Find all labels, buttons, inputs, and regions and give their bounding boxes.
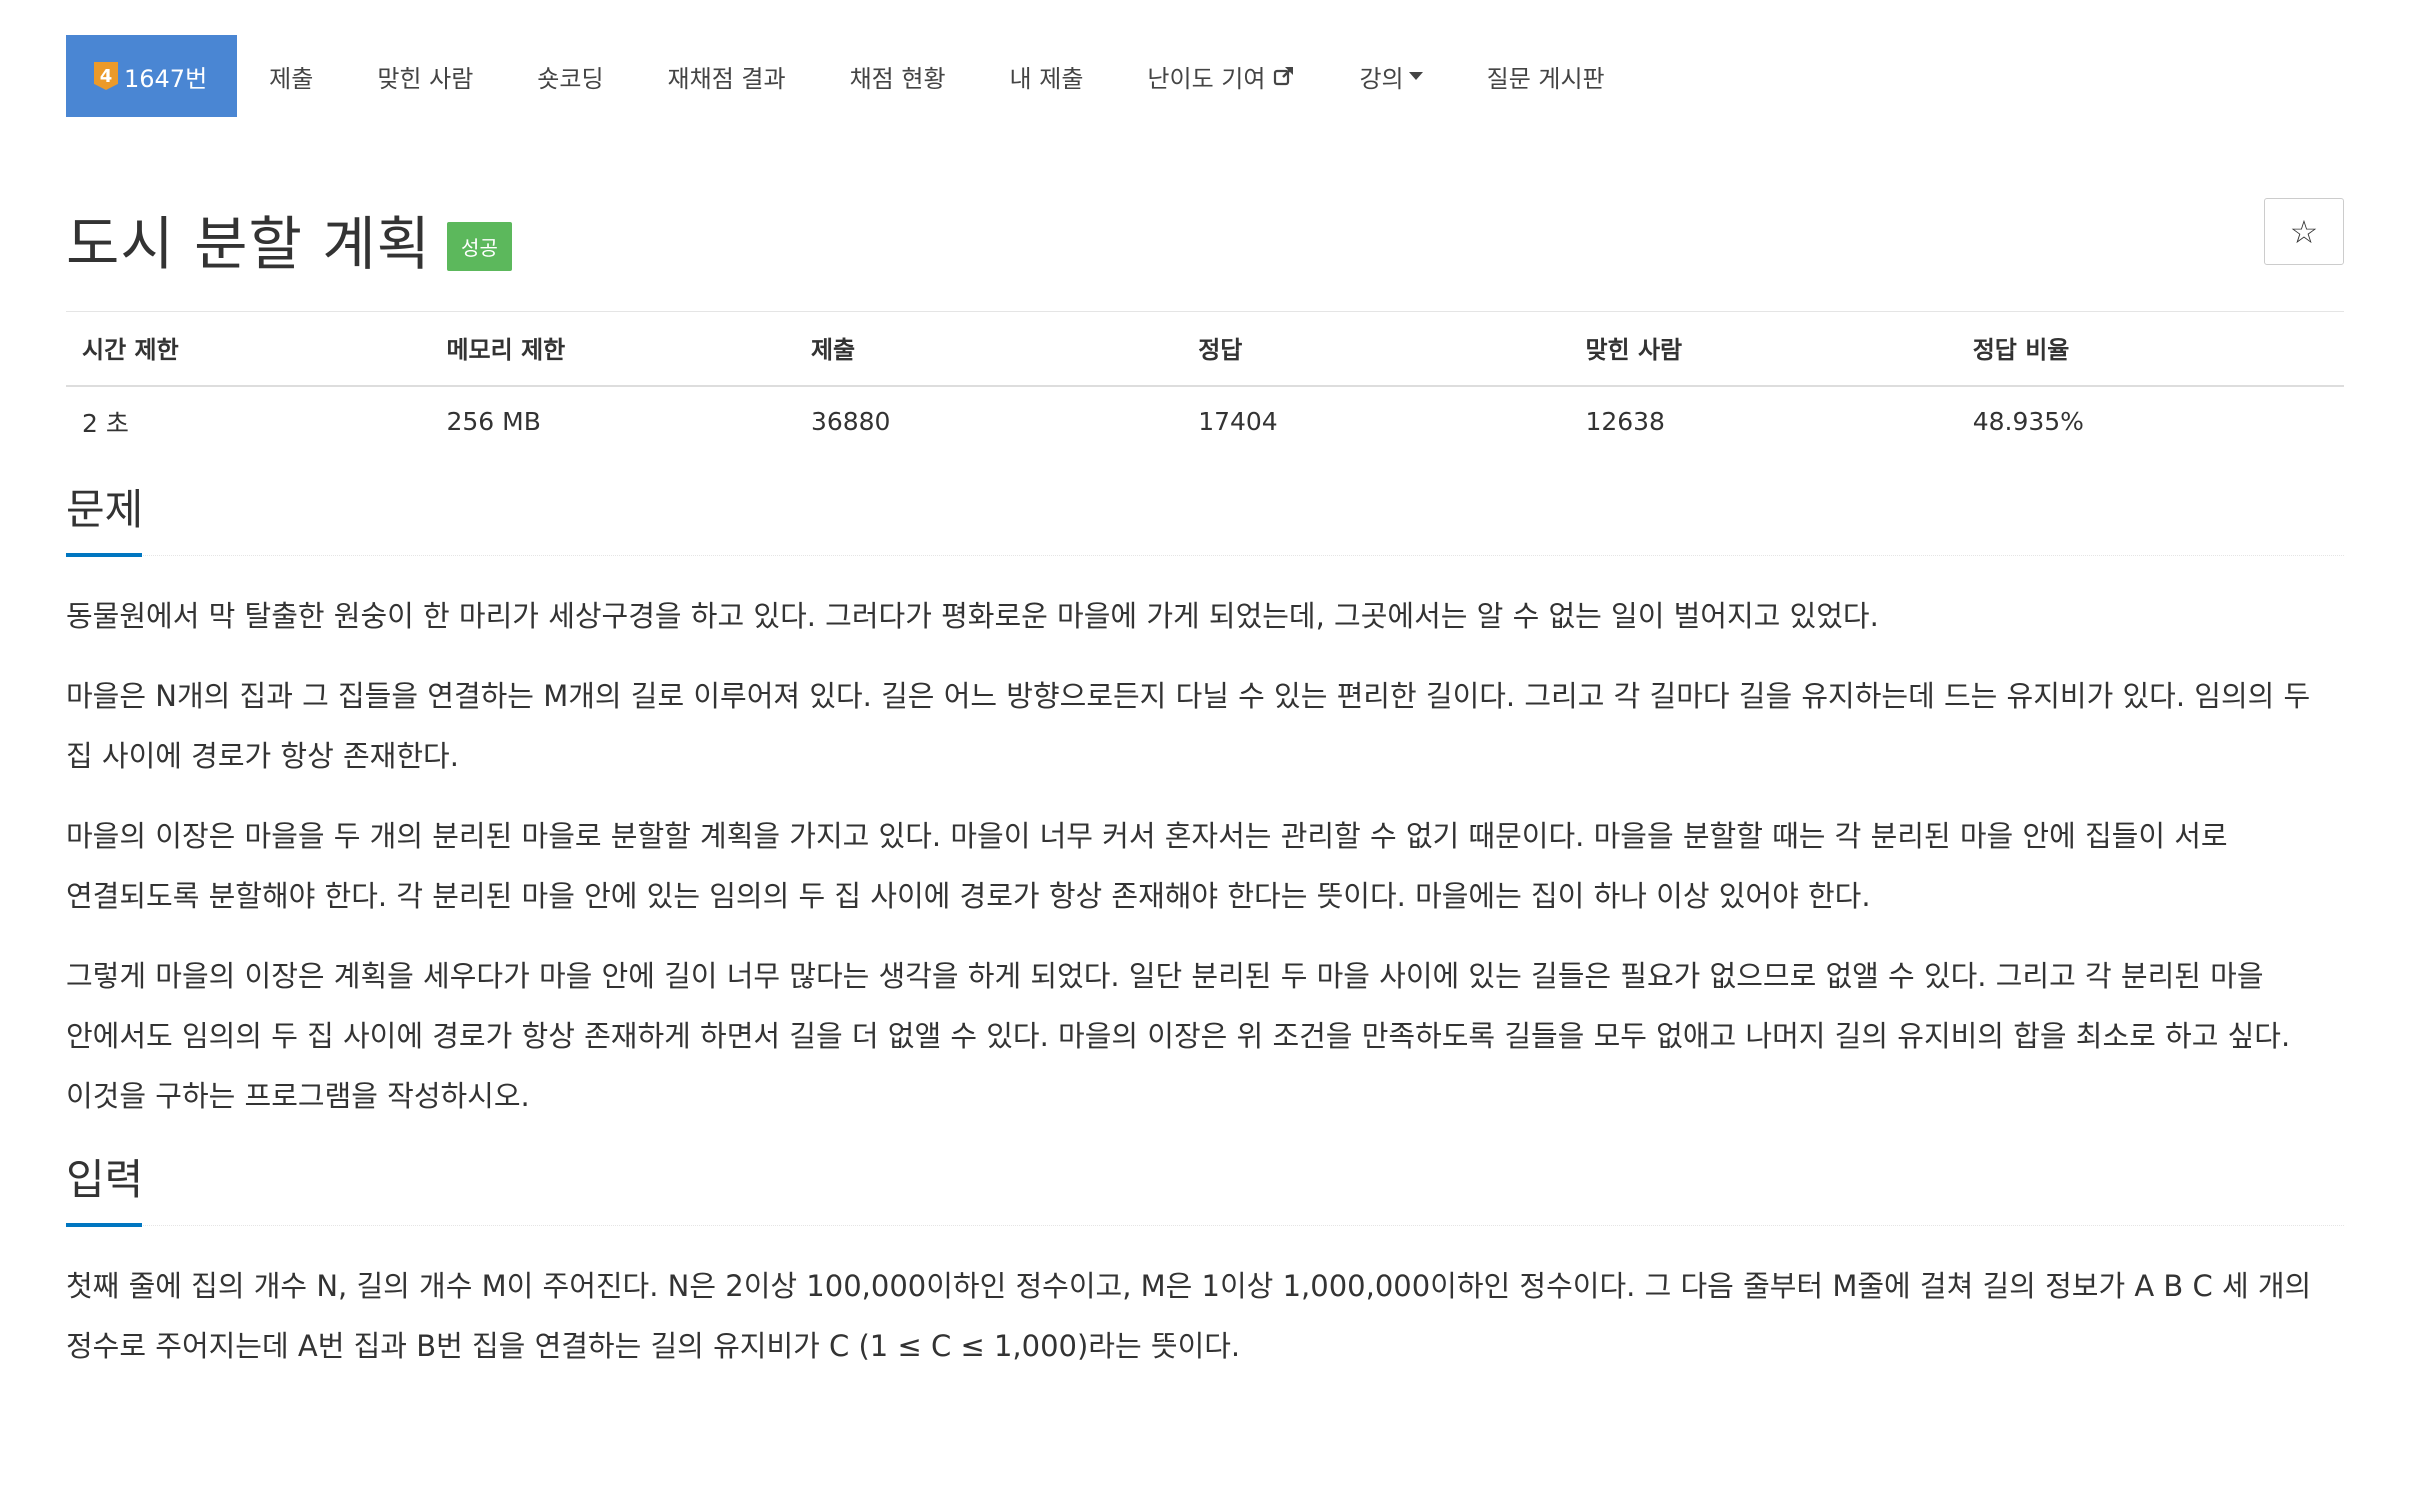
input-title-underline <box>66 1223 142 1227</box>
tab-submit-label: 제출 <box>269 64 314 93</box>
cell-time-limit: 2 초 <box>82 408 129 438</box>
description-section: 문제 동물원에서 막 탈출한 원숭이 한 마리가 세상구경을 하고 있다. 그러… <box>66 456 2344 1126</box>
title-wrap: 도시 분할 계획 성공 <box>66 197 512 281</box>
cell-submissions: 36880 <box>810 407 891 436</box>
description-paragraph: 마을의 이장은 마을을 두 개의 분리된 마을로 분할할 계획을 가지고 있다.… <box>66 819 2228 913</box>
tab-problem-label: 1647번 <box>124 64 208 93</box>
tab-short-coding[interactable]: 숏코딩 <box>505 35 635 117</box>
input-paragraph: 첫째 줄에 집의 개수 N, 길의 개수 M이 주어진다. N은 2이상 100… <box>66 1269 2312 1363</box>
description-title-underline <box>66 553 142 557</box>
description-paragraph: 마을은 N개의 집과 그 집들을 연결하는 M개의 길로 이루어져 있다. 길은… <box>66 679 2311 773</box>
problem-info-table: 시간 제한 메모리 제한 제출 정답 맞힌 사람 정답 비율 2 초 256 M… <box>66 312 2344 456</box>
cell-accepted: 17404 <box>1198 407 1278 436</box>
favorite-star-button[interactable]: ☆ <box>2264 198 2344 265</box>
tab-difficulty-contribution-label: 난이도 기여 <box>1147 64 1266 93</box>
input-body: 첫째 줄에 집의 개수 N, 길의 개수 M이 주어진다. N은 2이상 100… <box>66 1226 2344 1376</box>
problem-header: 도시 분할 계획 성공 ☆ <box>66 117 2344 312</box>
tab-rejudge-results[interactable]: 재채점 결과 <box>636 35 818 117</box>
tab-lectures-label: 강의 <box>1359 64 1404 93</box>
tab-submit[interactable]: 제출 <box>237 35 345 117</box>
description-paragraph: 동물원에서 막 탈출한 원숭이 한 마리가 세상구경을 하고 있다. 그러다가 … <box>66 599 1879 633</box>
cell-accept-rate: 48.935% <box>1972 407 2084 436</box>
external-link-icon <box>1274 67 1294 86</box>
tab-difficulty-contribution[interactable]: 난이도 기여 <box>1115 35 1327 117</box>
tab-question-board-label: 질문 게시판 <box>1486 64 1605 93</box>
tab-my-submissions-label: 내 제출 <box>1009 64 1084 93</box>
page-title: 도시 분할 계획 <box>66 210 432 278</box>
input-section-head: 입력 <box>66 1126 2344 1227</box>
tab-rejudge-results-label: 재채점 결과 <box>667 64 786 93</box>
problem-page: 4 1647번 제출 맞힌 사람 숏코딩 재채점 결과 채점 현황 내 제출 난… <box>0 35 2410 1500</box>
header-memory-limit: 메모리 제한 <box>430 312 795 387</box>
tab-solved-users[interactable]: 맞힌 사람 <box>345 35 505 117</box>
description-title: 문제 <box>66 485 144 534</box>
tab-lectures[interactable]: 강의 <box>1327 35 1454 117</box>
input-section: 입력 첫째 줄에 집의 개수 N, 길의 개수 M이 주어진다. N은 2이상 … <box>66 1126 2344 1376</box>
header-accept-rate: 정답 비율 <box>1956 312 2344 387</box>
cell-solved-users: 12638 <box>1585 407 1665 436</box>
tab-question-board[interactable]: 질문 게시판 <box>1455 35 1637 117</box>
header-submissions: 제출 <box>794 312 1183 387</box>
chevron-down-icon <box>1408 72 1423 80</box>
table-header-row: 시간 제한 메모리 제한 제출 정답 맞힌 사람 정답 비율 <box>66 312 2344 387</box>
header-accepted: 정답 <box>1182 312 1570 387</box>
level-badge-icon: 4 <box>94 62 118 90</box>
tab-judge-status[interactable]: 채점 현황 <box>818 35 978 117</box>
problem-nav: 4 1647번 제출 맞힌 사람 숏코딩 재채점 결과 채점 현황 내 제출 난… <box>66 35 2344 117</box>
tab-judge-status-label: 채점 현황 <box>849 64 946 93</box>
table-row: 2 초 256 MB 36880 17404 12638 48.935% <box>66 386 2344 456</box>
tab-my-submissions[interactable]: 내 제출 <box>978 35 1116 117</box>
tab-problem[interactable]: 4 1647번 <box>66 35 238 117</box>
description-paragraph: 그렇게 마을의 이장은 계획을 세우다가 마을 안에 길이 너무 많다는 생각을… <box>66 959 2291 1113</box>
description-body: 동물원에서 막 탈출한 원숭이 한 마리가 세상구경을 하고 있다. 그러다가 … <box>66 556 2344 1126</box>
cell-memory-limit: 256 MB <box>446 407 541 436</box>
tab-solved-users-label: 맞힌 사람 <box>377 64 474 93</box>
header-solved-users: 맞힌 사람 <box>1569 312 1957 387</box>
input-title: 입력 <box>66 1155 144 1204</box>
status-badge: 성공 <box>447 221 512 271</box>
star-icon: ☆ <box>2289 213 2319 250</box>
header-time-limit: 시간 제한 <box>66 312 431 387</box>
tab-short-coding-label: 숏코딩 <box>537 64 604 93</box>
description-section-head: 문제 <box>66 456 2344 557</box>
